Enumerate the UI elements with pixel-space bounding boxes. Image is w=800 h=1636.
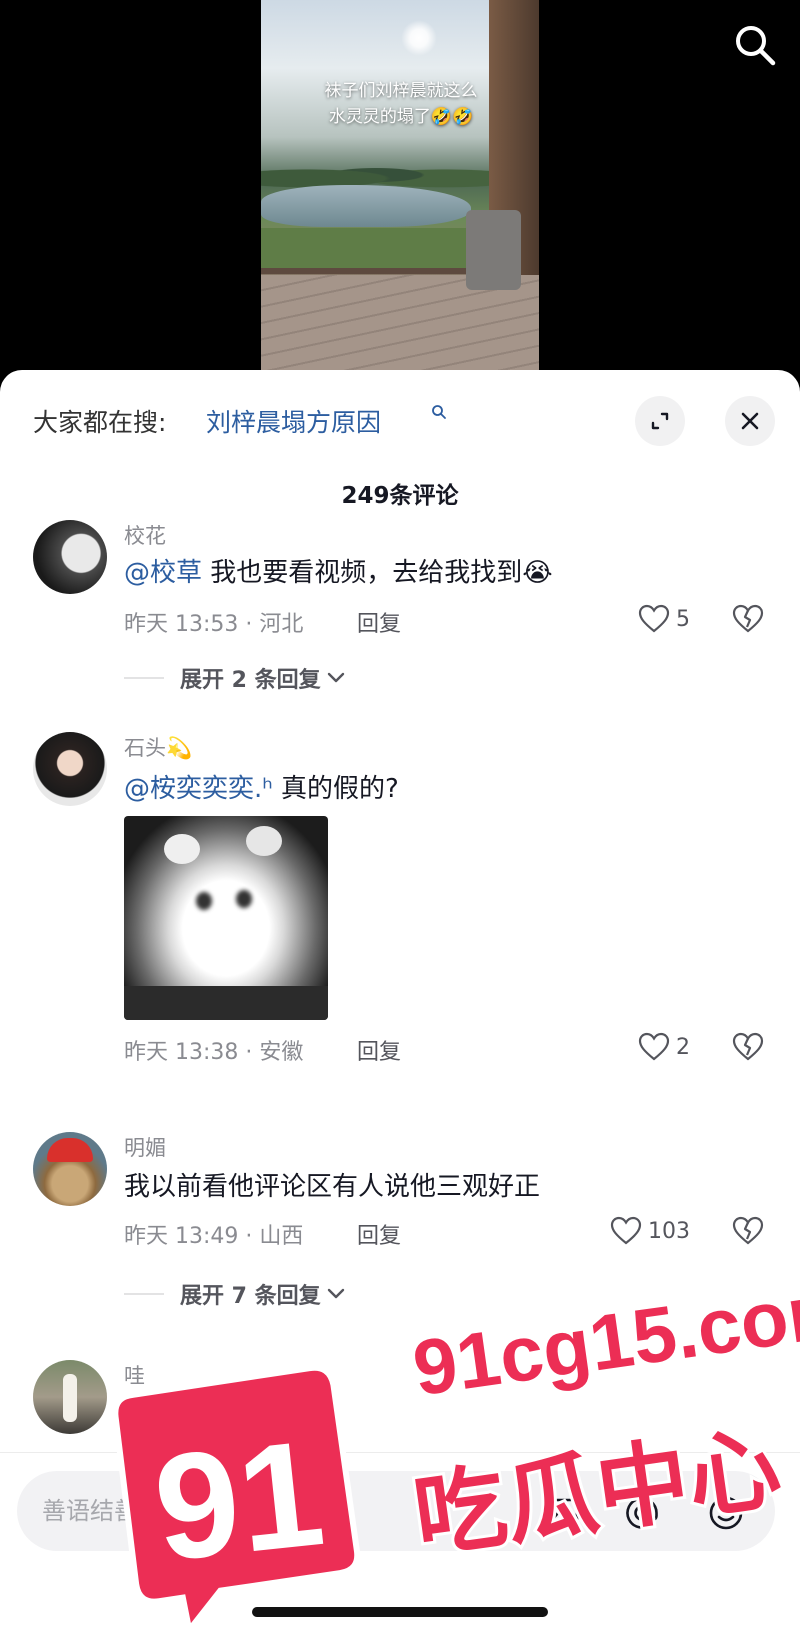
broken-heart-icon[interactable] [732,1216,764,1246]
hamster-eye-left [196,892,212,910]
expand-divider [124,1293,164,1295]
like-count: 103 [648,1218,690,1244]
hamster-eye-right [236,890,252,908]
comment-text: 我以前看他评论区有人说他三观好正 [124,1166,540,1203]
hamster-floor [124,986,328,1020]
reply-button[interactable]: 回复 [357,1218,401,1250]
comment-username[interactable]: 哇 [124,1360,145,1390]
video-rail [261,268,501,274]
chevron-down-icon [327,672,344,683]
video-sun [401,20,437,56]
comment-input-bar [0,1452,800,1636]
comment-image-hamster[interactable] [124,816,328,1020]
expand-replies-label: 展开 7 条回复 [180,1284,321,1309]
comment-text: @桉奕奕奕.ʰ 真的假的? [124,768,399,805]
comment-text: 他不是一直都有瓜 [124,1396,332,1433]
avatar-figure [63,1374,77,1422]
video-caption: 袜子们刘梓晨就这么 水灵灵的塌了🤣🤣 [271,78,531,130]
comment-mention[interactable]: @桉奕奕奕.ʰ [124,774,273,804]
comment-item: 校花 @校草 我也要看视频，去给我找到😭 昨天 13:53 · 河北 回复 5 … [0,520,800,720]
like-button[interactable]: 2 [638,1032,690,1062]
comment-item: 哇 他不是一直都有瓜 [0,1360,800,1450]
video-deck [261,275,539,380]
avatar[interactable] [33,520,107,594]
avatar-cap [47,1138,93,1162]
close-icon [741,412,759,430]
hot-search-link[interactable]: 刘梓晨塌方原因 [206,403,381,439]
avatar[interactable] [33,1132,107,1206]
home-indicator [252,1607,548,1617]
like-count: 5 [676,606,690,632]
comment-text: @校草 我也要看视频，去给我找到😭 [124,552,553,589]
comment-item: 明媚 我以前看他评论区有人说他三观好正 昨天 13:49 · 山西 回复 103… [0,1132,800,1332]
avatar[interactable] [33,732,107,806]
chevron-down-icon [327,1288,344,1299]
comment-sheet: 大家都在搜: 刘梓晨塌方原因 249条评论 校花 @校草 我也要看视频，去给我找… [0,370,800,1636]
video-lake [261,185,471,227]
emoji-icon[interactable] [706,1493,746,1533]
video-sofa [466,210,521,290]
at-icon[interactable] [622,1493,662,1533]
comment-username[interactable]: 明媚 [124,1132,166,1162]
avatar[interactable] [33,1360,107,1434]
video-caption-line2: 水灵灵的塌了🤣🤣 [328,107,474,127]
comment-time-location: 昨天 13:49 · 山西 [124,1224,304,1249]
expand-icon [651,412,669,430]
hot-search-prefix: 大家都在搜: [33,408,167,437]
expand-replies-label: 展开 2 条回复 [180,668,321,693]
hamster-ear-left [164,834,200,864]
like-button[interactable]: 5 [638,604,690,634]
comment-body: 我也要看视频，去给我找到😭 [202,558,553,588]
search-icon[interactable] [732,22,778,68]
comment-time-location: 昨天 13:38 · 安徽 [124,1040,304,1065]
heart-icon [638,604,670,633]
heart-icon [610,1216,642,1245]
comment-body: 他不是一直都有瓜 [124,1402,333,1432]
expand-divider [124,677,164,679]
comment-item: 石头💫 @桉奕奕奕.ʰ 真的假的? 昨天 13:38 · 安徽 回复 2 [0,732,800,1072]
video-player[interactable]: 袜子们刘梓晨就这么 水灵灵的塌了🤣🤣 [0,0,800,380]
comment-username[interactable]: 石头💫 [124,732,192,762]
broken-heart-icon[interactable] [732,604,764,634]
like-count: 2 [676,1034,690,1060]
hamster-ear-right [246,826,282,856]
broken-heart-icon[interactable] [732,1032,764,1062]
video-lawn [261,228,491,270]
comment-count: 249条评论 [341,483,459,509]
expand-button[interactable] [635,396,685,446]
reply-button[interactable]: 回复 [357,1034,401,1066]
close-button[interactable] [725,396,775,446]
video-caption-line1: 袜子们刘梓晨就这么 [324,81,478,101]
sheet-header: 大家都在搜: 刘梓晨塌方原因 249条评论 [0,370,800,509]
expand-replies-button[interactable]: 展开 2 条回复 [124,662,347,694]
comment-mention[interactable]: @校草 [124,558,202,588]
comment-body: 我以前看他评论区有人说他三观好正 [124,1172,541,1202]
like-button[interactable]: 103 [610,1216,690,1246]
heart-icon [638,1032,670,1061]
comment-body: 真的假的? [272,774,399,804]
video-frame[interactable]: 袜子们刘梓晨就这么 水灵灵的塌了🤣🤣 [261,0,539,380]
expand-replies-button[interactable]: 展开 7 条回复 [124,1278,347,1310]
image-icon[interactable] [542,1493,582,1533]
search-small-icon[interactable] [431,404,447,420]
reply-button[interactable]: 回复 [357,606,401,638]
comment-time-location: 昨天 13:53 · 河北 [124,612,304,637]
comment-username[interactable]: 校花 [124,520,166,550]
